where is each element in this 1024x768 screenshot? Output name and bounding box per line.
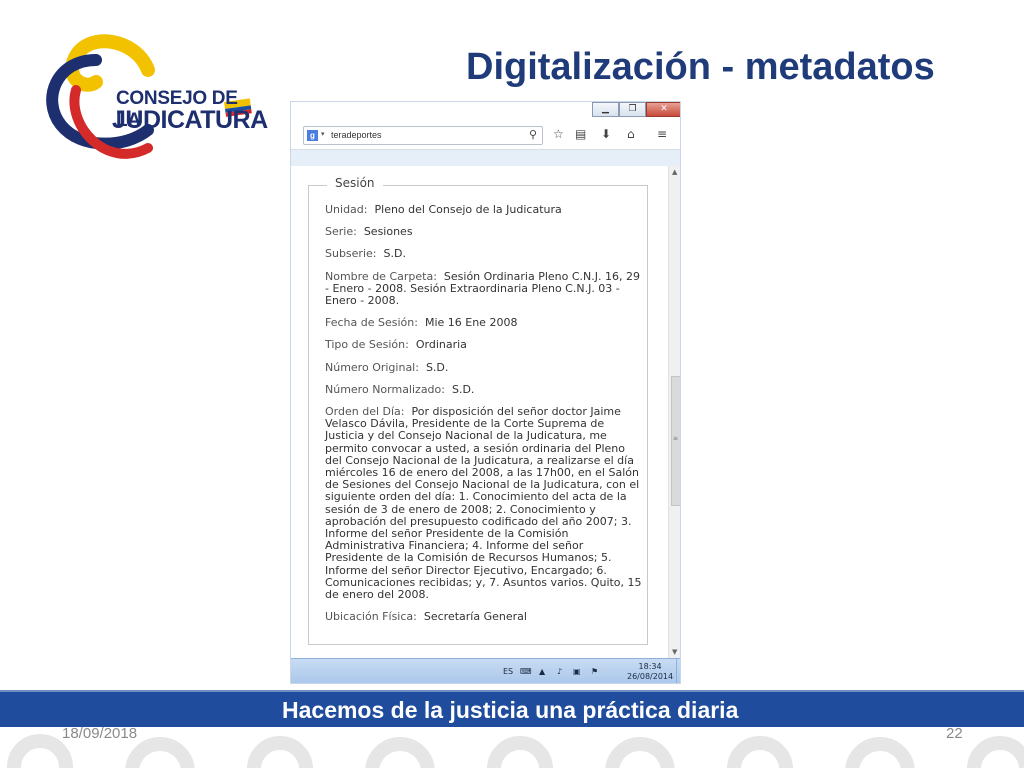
browser-toolbar: g ▾ teradeportes ⚲ ☆ ▤ ⬇ ⌂ ≡ [291,122,680,150]
show-desktop-button[interactable] [676,659,680,683]
field-label: Tipo de Sesión: [325,338,409,352]
volume-icon[interactable]: ♪ [557,667,562,676]
footer-pattern [0,727,1024,768]
banner-text: Hacemos de la justicia una práctica diar… [282,697,739,723]
windows-taskbar: ES ⌨ ▲ ♪ ▣ ⚑ 18:34 26/08/2014 [291,658,680,683]
field-tipo-sesion: Tipo de Sesión: Ordinaria [325,339,643,351]
downloads-icon[interactable]: ⬇ [601,127,611,141]
field-value: Secretaría General [423,610,527,624]
field-label: Unidad: [325,203,368,216]
field-numero-original: Número Original: S.D. [325,360,643,374]
field-label: Ubicación Física: [325,610,417,624]
search-engine-icon[interactable]: g [307,130,318,141]
field-label: Subserie: [325,247,377,261]
home-icon[interactable]: ⌂ [627,127,635,141]
slide-title: Digitalización - metadatos [466,46,935,88]
vertical-scrollbar[interactable]: ▲ ≡ ▼ [668,166,680,658]
field-value: S.D. [451,382,475,396]
judicatura-logo: CONSEJO DE LA JUDICATURA [36,30,268,170]
field-value: S.D. [425,360,449,374]
search-icon[interactable]: ⚲ [529,128,537,141]
footer-date: 18/09/2018 [62,725,138,742]
field-nombre-carpeta: Nombre de Carpeta: Sesión Ordinaria Plen… [325,269,643,308]
field-value: Por disposición del señor doctor Jaime V… [325,405,642,602]
field-numero-normalizado: Número Normalizado: S.D. [325,382,643,396]
field-label: Número Original: [325,360,419,374]
scroll-grip-icon: ≡ [673,435,679,442]
minimize-button[interactable]: ▁ [592,102,619,117]
taskbar-clock[interactable]: 18:34 26/08/2014 [627,662,673,682]
logo-line2: JUDICATURA [112,106,268,134]
field-value: Pleno del Consejo de la Judicatura [374,203,562,216]
page-number: 22 [946,725,963,742]
field-fecha-sesion: Fecha de Sesión: Mie 16 Ene 2008 [325,317,643,329]
clock-time: 18:34 [638,662,662,671]
clock-date: 26/08/2014 [627,672,674,681]
flag-icon[interactable]: ⚑ [591,667,598,676]
scroll-thumb[interactable]: ≡ [671,376,680,506]
field-serie: Serie: Sesiones [325,226,643,238]
network-icon[interactable]: ▣ [573,667,581,676]
field-label: Nombre de Carpeta: [325,269,437,283]
browser-window: ▁ ❐ ✕ g ▾ teradeportes ⚲ ☆ ▤ ⬇ ⌂ ≡ ▲ ≡ ▼… [290,101,681,684]
field-orden-del-dia: Orden del Día: Por disposición del señor… [325,405,643,602]
tray-arrow-icon[interactable]: ▲ [539,667,545,676]
field-value: Sesiones [363,225,413,239]
scroll-down-icon[interactable]: ▼ [672,648,677,656]
close-button[interactable]: ✕ [646,102,680,117]
field-label: Serie: [325,225,357,239]
metadata-list: Unidad: Pleno del Consejo de la Judicatu… [325,203,643,633]
field-value: S.D. [383,247,406,261]
field-subserie: Subserie: S.D. [325,248,643,260]
engine-dropdown-icon[interactable]: ▾ [321,130,325,138]
keyboard-icon[interactable]: ⌨ [520,667,532,676]
fieldset-legend: Sesión [327,176,383,190]
bookmark-star-icon[interactable]: ☆ [553,127,564,141]
field-label: Número Normalizado: [325,382,445,396]
field-unidad: Unidad: Pleno del Consejo de la Judicatu… [325,203,643,216]
field-label: Fecha de Sesión: [325,316,418,330]
field-value: Mie 16 Ene 2008 [424,316,518,330]
field-ubicacion-fisica: Ubicación Física: Secretaría General [325,611,643,623]
restore-button[interactable]: ❐ [619,102,646,117]
window-controls: ▁ ❐ ✕ [592,102,680,117]
slogan-banner: Hacemos de la justicia una práctica diar… [0,690,1024,727]
field-value: Ordinaria [415,338,467,352]
menu-icon[interactable]: ≡ [657,127,667,141]
window-titlebar: ▁ ❐ ✕ [291,102,680,122]
bookmarks-menu-icon[interactable]: ▤ [575,127,586,141]
footer-pattern-icon [7,734,1024,768]
language-indicator[interactable]: ES [503,667,513,676]
scroll-up-icon[interactable]: ▲ [672,168,677,176]
search-value: teradeportes [331,130,382,140]
search-input[interactable]: g ▾ teradeportes ⚲ [303,126,543,145]
tab-strip [291,150,680,166]
field-label: Orden del Día: [325,405,405,419]
